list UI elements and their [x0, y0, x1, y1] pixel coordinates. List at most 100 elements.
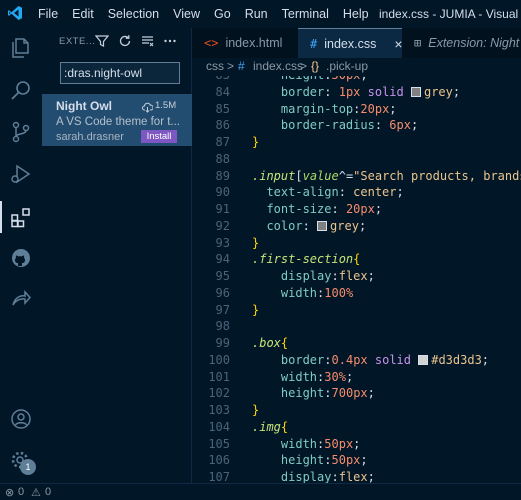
code-line[interactable]: 107 display:flex; — [192, 470, 521, 483]
filter-icon[interactable] — [94, 34, 110, 48]
line-number: 94 — [215, 252, 230, 267]
code-line[interactable]: 104 .img{ — [192, 420, 521, 437]
code-line[interactable]: 94 .first-section{ — [192, 252, 521, 269]
code-line[interactable]: 88 — [192, 152, 521, 169]
menu-help[interactable]: Help — [343, 7, 369, 21]
code-token: solid — [360, 84, 411, 99]
menu-selection[interactable]: Selection — [108, 7, 159, 21]
code-line[interactable]: 95 display:flex; — [192, 269, 521, 286]
breadcrumb-file[interactable]: index.css — [253, 59, 303, 73]
menu-view[interactable]: View — [173, 7, 200, 21]
code-line[interactable]: 99 .box{ — [192, 336, 521, 353]
line-content: font-size: 20px; — [252, 202, 382, 216]
code-line[interactable]: 105 width:50px; — [192, 437, 521, 454]
code-line[interactable]: 100 border:0.4px solid #d3d3d3; — [192, 353, 521, 370]
github-icon[interactable] — [9, 246, 33, 270]
tab-index-css[interactable]: # index.css × — [298, 28, 403, 58]
extension-author: sarah.drasner — [56, 131, 124, 143]
extension-list-item[interactable]: Night Owl 1.5M A VS Code theme for t... … — [42, 94, 192, 146]
tab-extension-night-owl[interactable]: ⊞ Extension: Night O — [402, 28, 521, 58]
code-token: px — [345, 84, 361, 99]
code-line[interactable]: 91 font-size: 20px; — [192, 202, 521, 219]
code-token: } — [252, 302, 260, 317]
code-editor[interactable]: 83 height:50px;84 border: 1px solid grey… — [192, 76, 521, 483]
breadcrumb-separator: > — [227, 59, 235, 73]
code-token: px — [353, 352, 368, 367]
code-token: px — [396, 118, 411, 133]
code-line[interactable]: 83 height:50px; — [192, 76, 521, 85]
code-token: { — [353, 252, 361, 267]
warning-count[interactable]: 0 — [45, 486, 51, 498]
code-token: ; — [353, 436, 361, 451]
code-line[interactable]: 93} — [192, 236, 521, 253]
code-token: [ — [295, 168, 303, 183]
line-content: .input[value^="Search products, brands a — [252, 169, 521, 183]
code-token: ; — [367, 269, 375, 283]
breadcrumb-symbol[interactable]: .pick-up — [326, 59, 368, 73]
code-token: 50 — [332, 76, 346, 82]
line-number: 91 — [215, 202, 230, 216]
run-debug-icon[interactable] — [9, 162, 33, 186]
code-line[interactable]: 86 border-radius: 6px; — [192, 118, 521, 135]
error-count[interactable]: 0 — [18, 486, 24, 498]
code-line[interactable]: 106 height:50px; — [192, 453, 521, 470]
code-line[interactable]: 90 text-align: center; — [192, 185, 521, 202]
code-token: 6 — [389, 118, 397, 133]
extension-description: A VS Code theme for t... — [56, 116, 181, 128]
search-icon[interactable] — [9, 78, 33, 102]
code-token: width — [280, 436, 318, 451]
extension-search-input[interactable]: :dras.night-owl — [60, 62, 180, 84]
source-control-icon[interactable] — [9, 120, 33, 144]
tab-index-html[interactable]: <> index.html — [192, 28, 298, 58]
code-line[interactable]: 92 color: grey; — [192, 219, 521, 236]
color-swatch[interactable] — [410, 86, 421, 97]
menu-edit[interactable]: Edit — [72, 7, 94, 21]
menu-bar: File Edit Selection View Go Run Terminal Help — [38, 0, 383, 28]
menu-run[interactable]: Run — [245, 7, 268, 21]
code-token: ^= — [338, 168, 354, 183]
code-line[interactable]: 85 margin-top:20px; — [192, 102, 521, 119]
line-number: 107 — [208, 470, 230, 483]
code-token: px — [374, 101, 390, 116]
refresh-icon[interactable] — [118, 34, 132, 48]
install-button[interactable]: Install — [141, 130, 177, 143]
code-token: center — [353, 185, 397, 200]
warning-icon[interactable]: ⚠ — [31, 486, 41, 499]
code-line[interactable]: 87} — [192, 135, 521, 152]
menu-file[interactable]: File — [38, 7, 58, 21]
code-line[interactable]: 103} — [192, 403, 521, 420]
line-number: 87 — [215, 135, 230, 149]
line-content: width:50px; — [252, 436, 361, 451]
code-token: flex — [338, 269, 368, 283]
more-actions-icon[interactable] — [163, 34, 177, 48]
tab-label: index.css — [324, 36, 377, 51]
code-line[interactable]: 97} — [192, 303, 521, 320]
color-swatch[interactable] — [317, 220, 328, 231]
line-number: 99 — [215, 336, 230, 350]
code-line[interactable]: 98 — [192, 319, 521, 336]
code-line[interactable]: 101 width:30%; — [192, 370, 521, 387]
extensions-icon[interactable] — [9, 205, 33, 229]
code-line[interactable]: 102 height:700px; — [192, 386, 521, 403]
menu-go[interactable]: Go — [214, 7, 231, 21]
code-token: : — [324, 84, 339, 99]
error-icon[interactable]: ⊗ — [5, 486, 14, 499]
breadcrumb-folder[interactable]: css — [206, 59, 224, 73]
live-share-icon[interactable] — [9, 287, 33, 311]
code-token: "Search products, brands a — [353, 168, 521, 183]
menu-terminal[interactable]: Terminal — [282, 7, 329, 21]
color-swatch[interactable] — [418, 354, 429, 365]
active-indicator — [0, 201, 2, 233]
line-content: text-align: center; — [252, 185, 403, 200]
code-line[interactable]: 96 width:100% — [192, 286, 521, 303]
clear-list-icon[interactable] — [141, 34, 155, 48]
code-line[interactable]: 84 border: 1px solid grey; — [192, 85, 521, 102]
account-icon[interactable] — [9, 407, 33, 431]
line-content: width:100% — [252, 286, 353, 300]
breadcrumb: css > # index.css > {} .pick-up — [192, 58, 521, 76]
explorer-icon[interactable] — [9, 36, 33, 60]
code-line[interactable]: 89 .input[value^="Search products, brands… — [192, 169, 521, 186]
